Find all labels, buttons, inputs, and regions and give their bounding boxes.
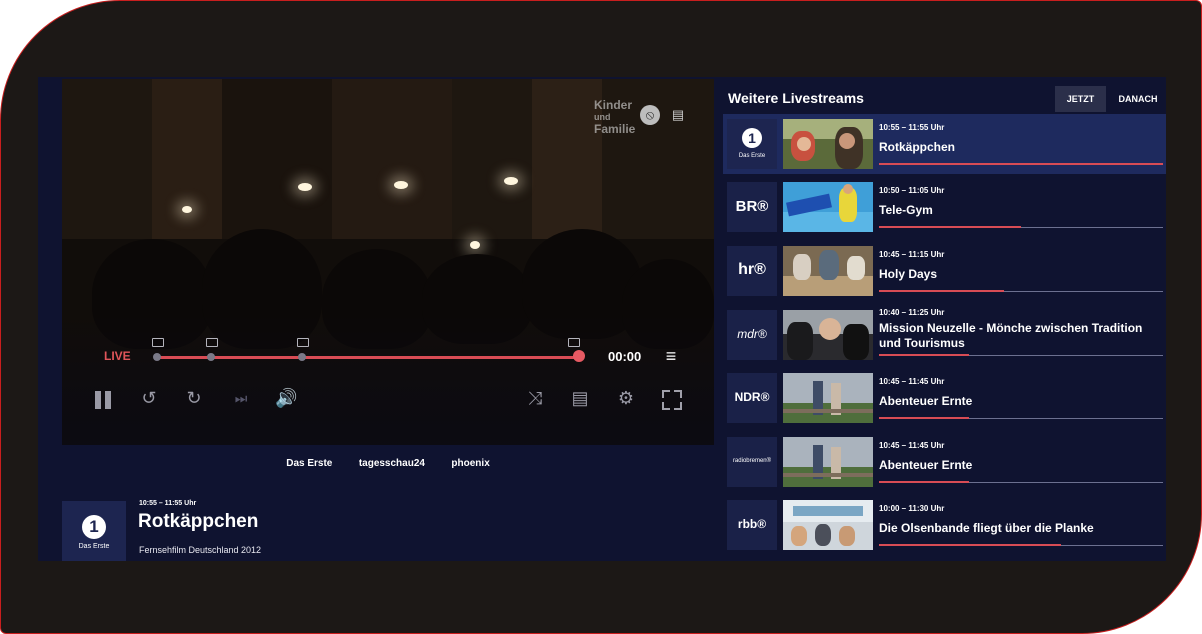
item-time: 10:00 – 11:30 Uhr — [879, 504, 945, 513]
subtitles-icon[interactable]: ▤ — [569, 387, 591, 409]
channel-logo-rbb: rbb® — [727, 500, 777, 550]
livestream-item[interactable]: rbb® 10:00 – 11:30 Uhr Die Olsenbande fl… — [723, 495, 1166, 555]
volume-icon[interactable]: 🔊 — [275, 387, 297, 409]
item-progress-bar — [879, 481, 969, 483]
seek-bar[interactable] — [154, 356, 578, 359]
channel-logo-radio-bremen: radiobremen® — [727, 437, 777, 487]
chapter-marker-icon[interactable] — [206, 338, 218, 347]
chapter-marker-icon[interactable] — [297, 338, 309, 347]
forward-10-icon[interactable]: ↻ — [183, 387, 205, 409]
item-time: 10:40 – 11:25 Uhr — [879, 308, 945, 317]
item-progress-bar — [879, 544, 1061, 546]
program-title: Rotkäppchen — [138, 511, 259, 532]
item-title: Tele-Gym — [879, 203, 933, 217]
livestream-item[interactable]: hr® 10:45 – 11:15 Uhr Holy Days — [723, 241, 1166, 301]
program-time: 10:55 – 11:55 Uhr — [139, 500, 197, 507]
item-title: Abenteuer Ernte — [879, 458, 973, 472]
playlist-icon[interactable]: ≡ — [660, 345, 682, 367]
channel-tab-das-erste[interactable]: Das Erste — [286, 458, 332, 469]
seek-handle[interactable] — [573, 350, 585, 362]
chapter-marker-icon[interactable] — [152, 338, 164, 347]
program-thumbnail — [783, 310, 873, 360]
item-time: 10:50 – 11:05 Uhr — [879, 186, 945, 195]
item-title: Mission Neuzelle - Mönche zwischen Tradi… — [879, 321, 1143, 350]
channel-logo-mdr: mdr® — [727, 310, 777, 360]
livestream-item[interactable]: radiobremen® 10:45 – 11:45 Uhr Abenteuer… — [723, 432, 1166, 492]
device-frame: Kinder und Familie ⦸ ▤ LIVE 00:00 ≡ ↺ ↻ … — [0, 0, 1202, 634]
time-display: 00:00 — [608, 349, 642, 364]
program-thumbnail — [783, 500, 873, 550]
livestream-item[interactable]: BR® 10:50 – 11:05 Uhr Tele-Gym — [723, 177, 1166, 237]
item-title: Holy Days — [879, 267, 938, 281]
channel-switcher: Das Erste tagesschau24 phoenix — [62, 453, 714, 471]
livestream-item[interactable]: 1 Das Erste 10:55 – 11:55 Uhr Rotkäppche… — [723, 114, 1166, 174]
livestream-item[interactable]: NDR® 10:45 – 11:45 Uhr Abenteuer Ernte — [723, 368, 1166, 428]
program-thumbnail — [783, 119, 873, 169]
channel-tab-phoenix[interactable]: phoenix — [451, 458, 489, 469]
seek-chapter-dot[interactable] — [207, 353, 215, 361]
tab-jetzt[interactable]: JETZT — [1055, 86, 1106, 112]
rewind-10-icon[interactable]: ↺ — [138, 387, 160, 409]
item-time: 10:55 – 11:55 Uhr — [879, 123, 945, 132]
program-thumbnail — [783, 373, 873, 423]
item-time: 10:45 – 11:45 Uhr — [879, 441, 945, 450]
program-channel-logo: 1 Das Erste — [62, 501, 126, 561]
livestream-item[interactable]: mdr® 10:40 – 11:25 Uhr Mission Neuzelle … — [723, 305, 1166, 365]
seek-chapter-dot[interactable] — [153, 353, 161, 361]
fullscreen-icon[interactable] — [662, 390, 682, 410]
tab-danach[interactable]: DANACH — [1112, 86, 1164, 112]
pause-icon[interactable] — [95, 391, 113, 409]
program-thumbnail — [783, 246, 873, 296]
seek-chapter-dot[interactable] — [298, 353, 306, 361]
audio-description-off-icon[interactable]: ⦸ — [640, 105, 660, 125]
item-progress-bar — [879, 417, 969, 419]
chapter-marker-icon[interactable] — [568, 338, 580, 347]
item-title: Die Olsenbande fliegt über die Planke — [879, 521, 1094, 535]
item-title: Rotkäppchen — [879, 140, 956, 154]
channel-logo-hr: hr® — [727, 246, 777, 296]
video-player[interactable]: Kinder und Familie ⦸ ▤ LIVE 00:00 ≡ ↺ ↻ … — [62, 79, 714, 445]
program-thumbnail — [783, 437, 873, 487]
picture-in-picture-icon[interactable]: ▤ — [668, 105, 688, 125]
program-description: Fernsehfilm Deutschland 2012 — [139, 545, 262, 555]
program-thumbnail — [783, 182, 873, 232]
controls-gradient — [62, 315, 714, 445]
channel-logo-das-erste: 1 Das Erste — [727, 119, 777, 169]
channel-logo-ndr: NDR® — [727, 373, 777, 423]
item-progress-bar — [879, 163, 1163, 165]
item-time: 10:45 – 11:15 Uhr — [879, 250, 945, 259]
channel-logo-br: BR® — [727, 182, 777, 232]
item-title: Abenteuer Ernte — [879, 394, 973, 408]
app-window: Kinder und Familie ⦸ ▤ LIVE 00:00 ≡ ↺ ↻ … — [38, 77, 1166, 561]
live-label: LIVE — [104, 349, 131, 363]
item-time: 10:45 – 11:45 Uhr — [879, 377, 945, 386]
das-erste-logo-icon: 1 — [82, 515, 106, 539]
channel-watermark: Kinder und Familie — [594, 98, 636, 136]
item-progress-bar — [879, 354, 969, 356]
skip-next-icon[interactable]: ⏭ — [230, 387, 252, 409]
sidebar-title: Weitere Livestreams — [728, 90, 864, 106]
share-icon[interactable]: ⤨ — [524, 387, 546, 409]
item-progress-bar — [879, 226, 1021, 228]
settings-icon[interactable]: ⚙ — [615, 387, 637, 409]
channel-tab-tagesschau24[interactable]: tagesschau24 — [359, 458, 425, 469]
channel-caption: Das Erste — [78, 543, 110, 550]
item-progress-bar — [879, 290, 1004, 292]
